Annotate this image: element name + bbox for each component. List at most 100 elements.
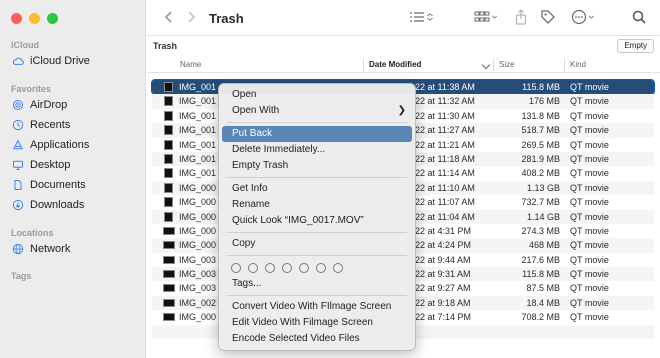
grid-icon	[474, 11, 490, 22]
file-date: 22 at 11:07 AM	[415, 197, 475, 208]
file-date: 22 at 11:10 AM	[415, 182, 475, 193]
tag-color-circle-icon[interactable]	[333, 263, 343, 273]
video-thumbnail-icon	[164, 96, 173, 107]
window-controls	[11, 13, 58, 24]
empty-trash-button[interactable]: Empty	[617, 39, 654, 53]
sidebar-item-recents[interactable]: Recents	[12, 119, 70, 131]
file-name: IMG_000	[179, 225, 217, 236]
back-button[interactable]	[161, 9, 177, 25]
video-thumbnail-icon	[163, 313, 175, 322]
tag-button[interactable]	[540, 9, 556, 25]
file-date: 22 at 7:14 PM	[415, 312, 472, 323]
file-date: 22 at 11:21 AM	[415, 139, 475, 150]
video-thumbnail-icon	[163, 284, 175, 293]
chevron-down-icon	[491, 15, 498, 19]
file-size: 217.6 MB	[521, 254, 560, 265]
column-name-header[interactable]: Name	[180, 60, 201, 69]
group-button[interactable]	[474, 9, 499, 25]
menu-item-copy[interactable]: Copy	[222, 236, 412, 252]
menu-item-quick-look-img-0017-mov[interactable]: Quick Look “IMG_0017.MOV”	[222, 213, 412, 229]
menu-item-convert-video-with-filmage-screen[interactable]: Convert Video With FIlmage Screen	[222, 299, 412, 315]
file-kind: QT movie	[570, 283, 609, 294]
document-icon	[12, 179, 24, 191]
file-kind: QT movie	[570, 254, 609, 265]
tag-color-circle-icon[interactable]	[248, 263, 258, 273]
column-divider[interactable]	[564, 59, 565, 71]
column-size-header[interactable]: Size	[499, 60, 515, 69]
sidebar-item-network[interactable]: Network	[12, 243, 70, 255]
file-kind: QT movie	[570, 110, 609, 121]
file-name: IMG_003	[179, 254, 217, 265]
menu-item-label: Empty Trash	[232, 160, 289, 171]
file-name: IMG_000	[179, 182, 217, 193]
menu-item-label: Open	[232, 89, 257, 100]
share-icon	[515, 9, 527, 25]
menu-item-rename[interactable]: Rename	[222, 197, 412, 213]
tag-color-circle-icon[interactable]	[282, 263, 292, 273]
share-button[interactable]	[513, 9, 529, 25]
sidebar-section-icloud: iCloud	[11, 40, 39, 50]
file-size: 176 MB	[528, 96, 560, 107]
sidebar-item-airdrop[interactable]: AirDrop	[12, 99, 67, 111]
menu-item-label: Encode Selected Video Files	[232, 333, 360, 344]
file-name: IMG_001	[179, 139, 217, 150]
close-window-button[interactable]	[11, 13, 22, 24]
file-size: 518.7 MB	[521, 125, 560, 136]
video-thumbnail-icon	[164, 110, 173, 121]
view-options-button[interactable]	[409, 9, 435, 25]
file-name: IMG_001	[179, 110, 217, 121]
sidebar-item-documents[interactable]: Documents	[12, 179, 86, 191]
action-menu-button[interactable]	[571, 9, 596, 25]
file-name: IMG_001	[179, 168, 217, 179]
sidebar-item-downloads[interactable]: Downloads	[12, 199, 84, 211]
file-date: 22 at 11:14 AM	[415, 168, 475, 179]
column-divider[interactable]	[493, 59, 494, 71]
search-button[interactable]	[631, 9, 647, 25]
more-icon	[571, 9, 587, 25]
zoom-window-button[interactable]	[47, 13, 58, 24]
tag-color-circle-icon[interactable]	[265, 263, 275, 273]
menu-item-encode-selected-video-files[interactable]: Encode Selected Video Files	[222, 331, 412, 347]
tag-color-circle-icon[interactable]	[316, 263, 326, 273]
airdrop-icon	[12, 99, 24, 111]
tag-color-circle-icon[interactable]	[231, 263, 241, 273]
menu-item-label: Open With	[232, 105, 280, 116]
menu-item-open-with[interactable]: Open With ❯	[222, 103, 412, 119]
video-thumbnail-icon	[163, 270, 175, 279]
video-thumbnail-icon	[163, 241, 175, 250]
column-kind-header[interactable]: Kind	[570, 60, 586, 69]
column-date-header[interactable]: Date Modified	[369, 60, 421, 69]
menu-item-delete-immediately[interactable]: Delete Immediately...	[222, 142, 412, 158]
sidebar-item-icloud-drive[interactable]: iCloud Drive	[12, 55, 90, 67]
menu-item-tags[interactable]: Tags...	[222, 276, 412, 292]
menu-item-get-info[interactable]: Get Info	[222, 181, 412, 197]
file-date: 22 at 9:27 AM	[415, 283, 471, 294]
globe-icon	[12, 243, 24, 255]
cloud-icon	[12, 55, 24, 67]
sidebar-item-applications[interactable]: Applications	[12, 139, 89, 151]
file-kind: QT movie	[570, 297, 609, 308]
menu-item-edit-video-with-filmage-screen[interactable]: Edit Video With Filmage Screen	[222, 315, 412, 331]
forward-button[interactable]	[183, 9, 199, 25]
column-divider[interactable]	[363, 59, 364, 71]
menu-separator	[227, 255, 407, 256]
toolbar: Trash	[147, 0, 660, 36]
menu-item-put-back[interactable]: Put Back	[222, 126, 412, 142]
tag-icon	[541, 10, 555, 24]
sidebar-section-tags: Tags	[11, 271, 32, 281]
file-name: IMG_002	[179, 297, 217, 308]
file-kind: QT movie	[570, 211, 609, 222]
file-date: 22 at 4:31 PM	[415, 225, 472, 236]
location-label: Trash	[153, 41, 178, 51]
menu-item-empty-trash[interactable]: Empty Trash	[222, 158, 412, 174]
menu-item-label: Get Info	[232, 183, 268, 194]
video-thumbnail-icon	[164, 197, 173, 208]
menu-item-label: Quick Look “IMG_0017.MOV”	[232, 215, 364, 226]
sidebar-item-desktop[interactable]: Desktop	[12, 159, 70, 171]
finder-window: iCloud iCloud Drive Favorites AirDrop Re…	[0, 0, 660, 358]
minimize-window-button[interactable]	[29, 13, 40, 24]
tag-color-circle-icon[interactable]	[299, 263, 309, 273]
video-thumbnail-icon	[164, 125, 173, 136]
menu-item-open[interactable]: Open	[222, 87, 412, 103]
file-date: 22 at 11:32 AM	[415, 96, 475, 107]
